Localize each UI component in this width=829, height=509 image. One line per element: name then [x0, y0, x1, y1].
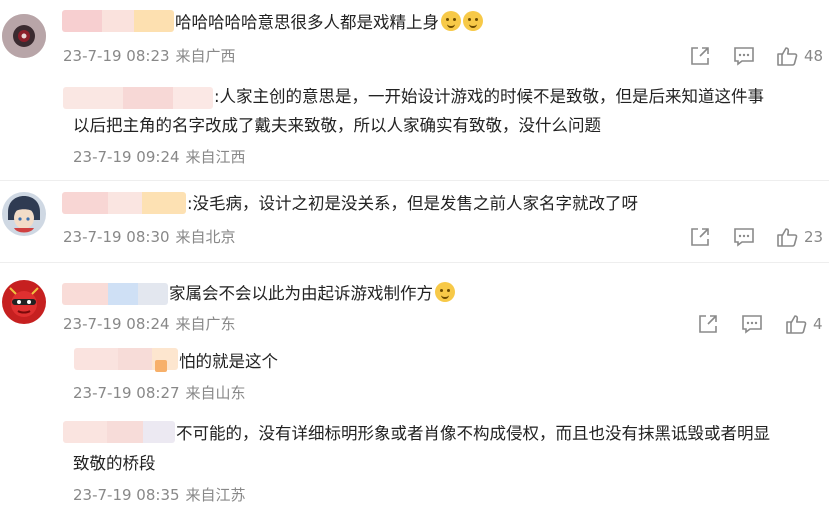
- comment-button[interactable]: [733, 45, 755, 67]
- share-button[interactable]: [689, 226, 711, 248]
- comment-button[interactable]: [741, 313, 763, 335]
- avatar-image: [2, 192, 46, 236]
- location: 来自江苏: [185, 486, 246, 504]
- like-button[interactable]: 48: [776, 45, 823, 67]
- like-count: 23: [804, 228, 824, 246]
- reply-meta: 23-7-19 09:24 来自江西: [73, 146, 246, 167]
- timestamp: 23-7-19 08:23: [63, 47, 170, 65]
- comment-icon: [734, 228, 754, 247]
- share-icon: [699, 315, 717, 333]
- comment-text: 哈哈哈哈哈意思很多人都是戏精上身: [175, 8, 483, 38]
- divider: [0, 262, 829, 263]
- comment-meta: 23-7-19 08:23 来自广西: [63, 45, 236, 66]
- emoji-icon: [441, 11, 461, 31]
- username-blurred[interactable]: [63, 421, 175, 443]
- avatar-image: [2, 14, 46, 58]
- username-blurred[interactable]: [62, 10, 174, 32]
- comment-text: :没毛病，设计之初是没关系，但是发售之前人家名字就改了呀: [187, 194, 639, 213]
- reply-text: 不可能的，没有详细标明形象或者肖像不构成侵权，而且也没有抹黑诋毁或者明显: [176, 424, 770, 443]
- like-count: 48: [804, 47, 824, 65]
- comment-meta: 23-7-19 08:24 来自广东: [63, 313, 236, 334]
- emoji-icon: [435, 282, 455, 302]
- location: 来自北京: [175, 228, 236, 246]
- emoji-icon: [463, 11, 483, 31]
- divider: [0, 180, 829, 181]
- timestamp: 23-7-19 09:24: [73, 148, 180, 166]
- avatar[interactable]: [2, 14, 46, 58]
- like-count: 4: [813, 315, 823, 333]
- location: 来自广东: [175, 315, 236, 333]
- thumbs-up-icon: [786, 315, 807, 334]
- like-button[interactable]: 4: [785, 313, 823, 335]
- comment-icon: [742, 315, 762, 334]
- avatar[interactable]: [2, 192, 46, 236]
- like-button[interactable]: 23: [776, 226, 823, 248]
- comment-meta: 23-7-19 08:30 来自北京: [63, 226, 236, 247]
- comment-text: 家属会不会以此为由起诉游戏制作方: [169, 279, 455, 309]
- reply-text: :人家主创的意思是，一开始设计游戏的时候不是致敬，但是后来知道这件事: [214, 87, 765, 106]
- reply-meta: 23-7-19 08:27 来自山东: [73, 382, 246, 403]
- share-icon: [691, 228, 709, 246]
- location: 来自江西: [185, 148, 246, 166]
- timestamp: 23-7-19 08:27: [73, 384, 180, 402]
- avatar-image: [2, 280, 46, 324]
- timestamp: 23-7-19 08:30: [63, 228, 170, 246]
- share-button[interactable]: [689, 45, 711, 67]
- username-blurred[interactable]: [63, 87, 213, 109]
- timestamp: 23-7-19 08:35: [73, 486, 180, 504]
- thumbs-up-icon: [777, 47, 798, 66]
- share-icon: [691, 47, 709, 65]
- reply-text: 怕的就是这个: [179, 352, 278, 371]
- username-blurred-accent: [155, 360, 167, 372]
- reply-meta: 23-7-19 08:35 来自江苏: [73, 484, 246, 505]
- thumbs-up-icon: [777, 228, 798, 247]
- username-blurred[interactable]: [62, 192, 186, 214]
- comment-button[interactable]: [733, 226, 755, 248]
- comment-icon: [734, 47, 754, 66]
- location: 来自山东: [185, 384, 246, 402]
- reply-text: 以后把主角的名字改成了戴夫来致敬，所以人家确实有致敬，没什么问题: [73, 116, 601, 135]
- username-blurred[interactable]: [62, 283, 168, 305]
- share-button[interactable]: [697, 313, 719, 335]
- location: 来自广西: [175, 47, 236, 65]
- timestamp: 23-7-19 08:24: [63, 315, 170, 333]
- avatar[interactable]: [2, 280, 46, 324]
- reply-text: 致敬的桥段: [73, 454, 156, 473]
